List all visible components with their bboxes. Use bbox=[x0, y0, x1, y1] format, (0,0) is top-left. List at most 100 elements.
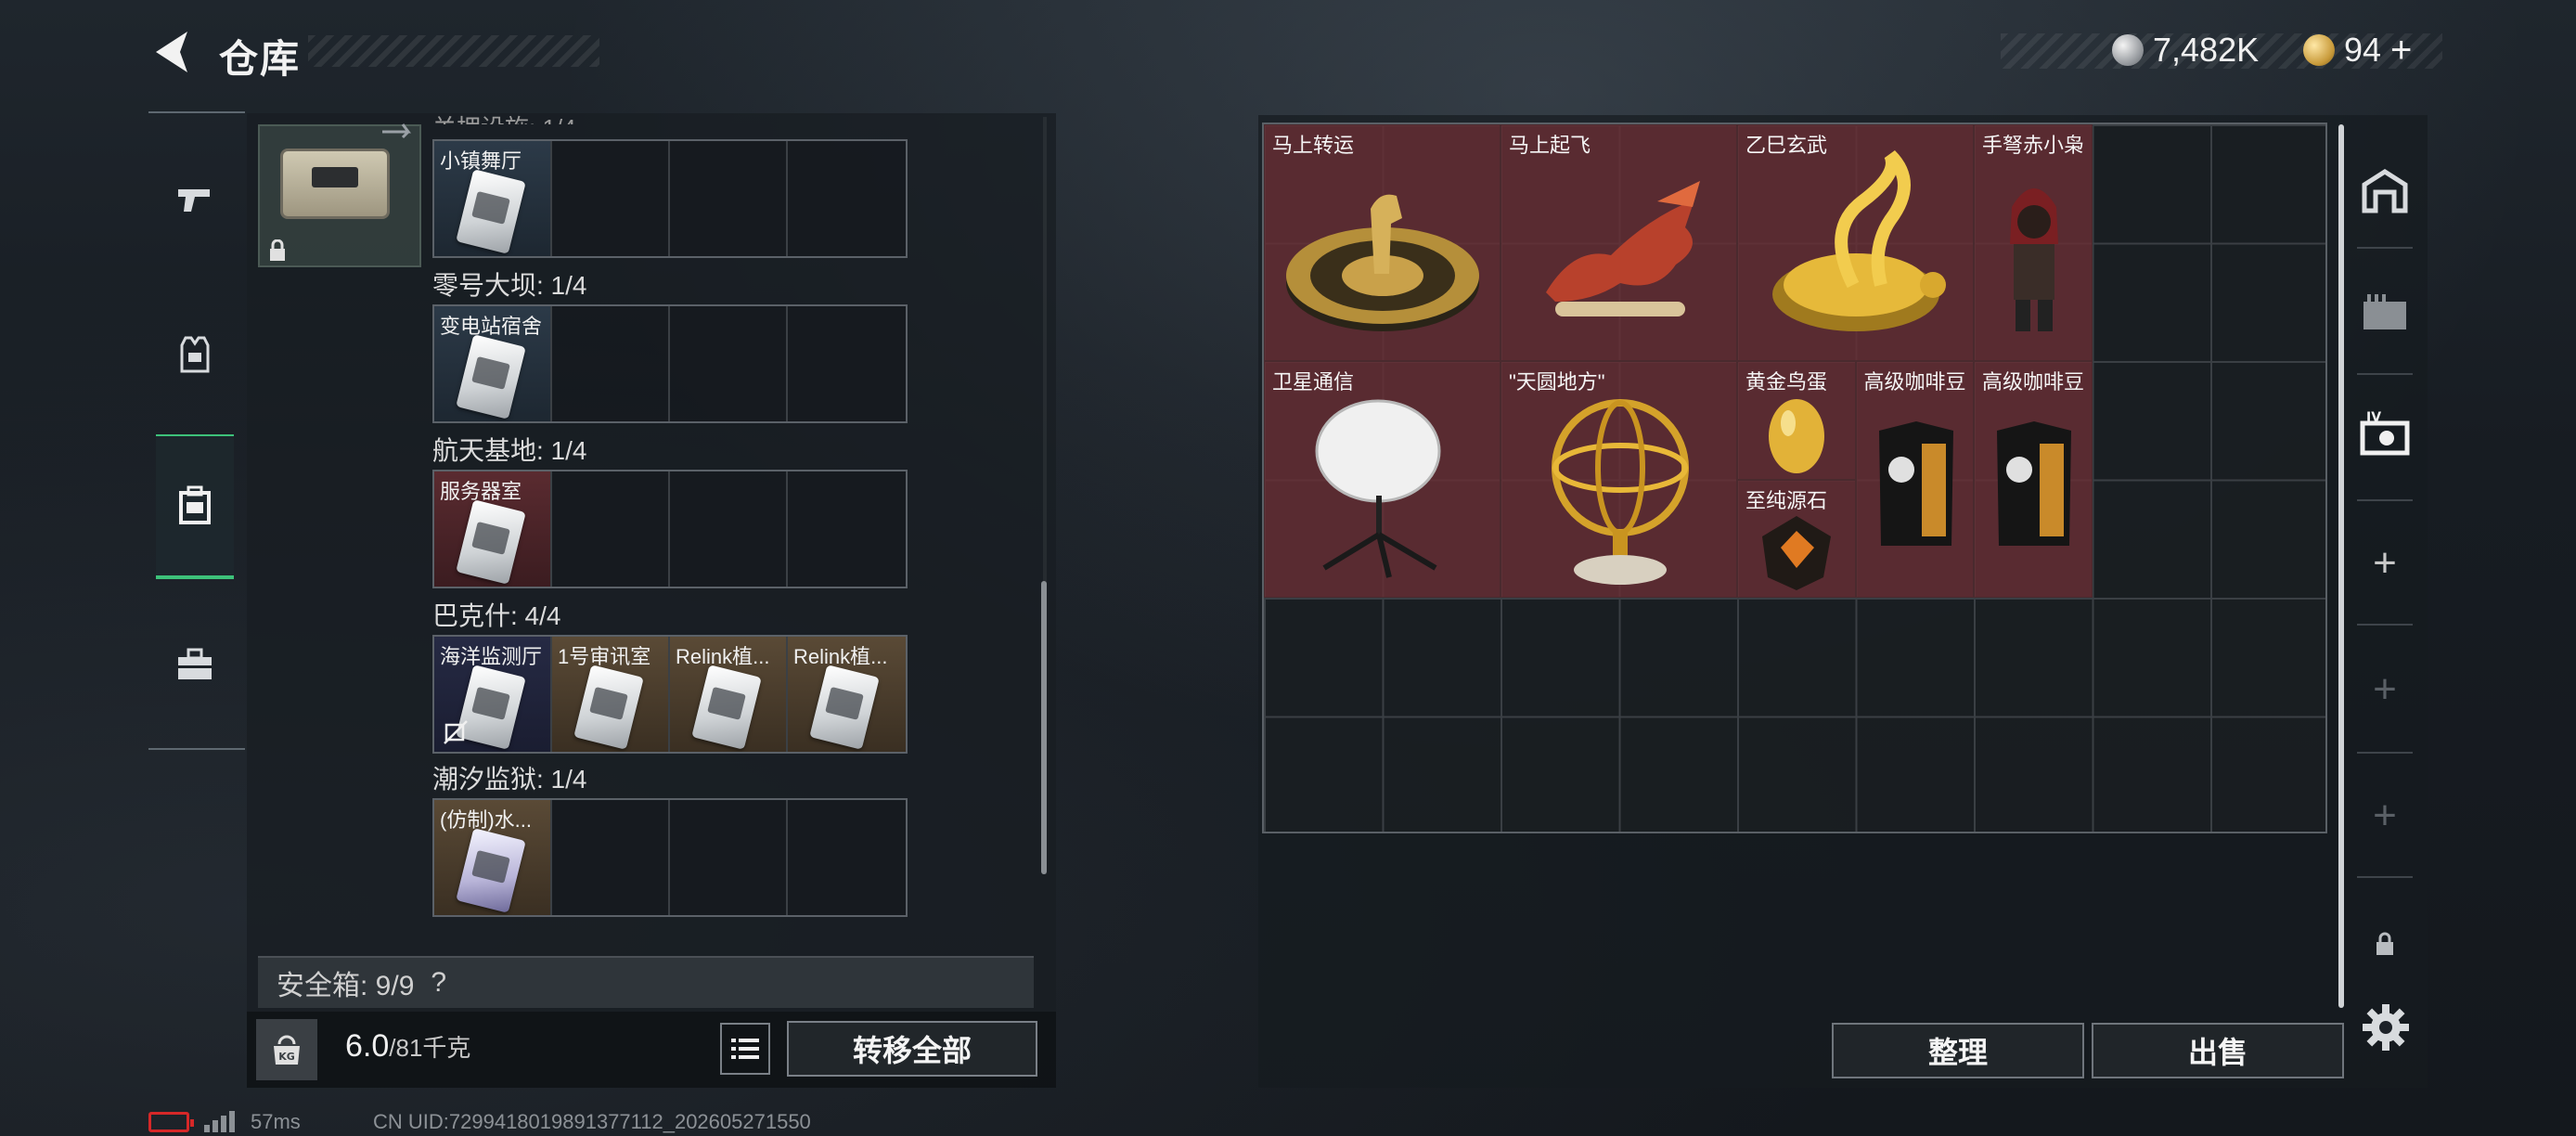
golden-tortoise-image bbox=[1772, 150, 1946, 331]
warehouse-page-3-tab[interactable]: IV bbox=[2357, 384, 2413, 486]
empty-slot[interactable] bbox=[552, 800, 670, 915]
armor-vest-icon bbox=[180, 336, 210, 373]
item-name: 高级咖啡豆 bbox=[1863, 370, 1966, 394]
keycard-row: 小镇舞厅 bbox=[432, 139, 908, 258]
container-case-icon bbox=[179, 485, 211, 524]
lock-icon bbox=[2376, 932, 2393, 955]
tab-weapons[interactable] bbox=[156, 150, 234, 251]
add-page-button-disabled: + bbox=[2357, 765, 2413, 867]
item-cell[interactable]: 乙巳玄武 bbox=[1737, 124, 1974, 361]
item-name: 马上起飞 bbox=[1509, 134, 1591, 157]
sidebar-divider bbox=[2357, 373, 2413, 375]
flying-horse-image bbox=[1546, 181, 1700, 316]
keycard-slot[interactable]: Relink植... bbox=[670, 637, 788, 752]
tab-toolbox[interactable] bbox=[156, 614, 234, 715]
item-cell[interactable]: "天圆地方" bbox=[1501, 361, 1737, 598]
map-label: 航天基地: 1/4 bbox=[432, 436, 587, 465]
silver-currency-amount: 7,482K bbox=[2153, 31, 2260, 69]
keycard-image bbox=[456, 334, 526, 420]
lock-icon bbox=[270, 239, 285, 261]
keycard-slot[interactable]: 小镇舞厅 bbox=[434, 141, 552, 256]
map-label: 零号大坝: 1/4 bbox=[432, 271, 587, 300]
add-page-button-disabled: + bbox=[2357, 639, 2413, 741]
tab-containers[interactable] bbox=[156, 434, 234, 579]
sidebar-divider bbox=[2357, 499, 2413, 501]
sort-button[interactable]: 整理 bbox=[1832, 1023, 2084, 1078]
armillary-sphere-image bbox=[1552, 399, 1689, 585]
item-name: 高级咖啡豆 bbox=[1982, 370, 2085, 394]
source-stone-image bbox=[1762, 515, 1831, 590]
weight-readout: 6.0/81千克 bbox=[345, 1028, 470, 1065]
keycard-slot[interactable]: 1号审讯室 bbox=[552, 637, 670, 752]
keycard-row: (仿制)水... bbox=[432, 798, 908, 917]
empty-slot[interactable] bbox=[788, 800, 906, 915]
keycard-slot[interactable]: Relink植... bbox=[788, 637, 906, 752]
item-cell[interactable]: 黄金鸟蛋 bbox=[1737, 361, 1856, 480]
expand-arrow-icon[interactable] bbox=[380, 119, 416, 139]
item-cell[interactable]: 马上转运 bbox=[1264, 124, 1501, 361]
item-name: 手弩赤小枭 bbox=[1982, 134, 2085, 157]
keycard-slot[interactable]: 服务器室 bbox=[434, 471, 552, 587]
item-cell[interactable]: 卫星通信 bbox=[1264, 361, 1501, 598]
empty-slot[interactable] bbox=[552, 141, 670, 256]
pistol-icon bbox=[178, 189, 210, 212]
item-cell[interactable]: 手弩赤小枭 bbox=[1974, 124, 2093, 361]
empty-slot[interactable] bbox=[788, 306, 906, 421]
armory-icon bbox=[2363, 294, 2406, 329]
title-decoration bbox=[308, 35, 599, 67]
item-cell[interactable]: 至纯源石 bbox=[1737, 479, 1856, 598]
empty-slot[interactable] bbox=[552, 306, 670, 421]
tab-equipment[interactable] bbox=[156, 304, 234, 405]
keycard-slot[interactable]: 变电站宿舍 bbox=[434, 306, 552, 421]
toolbox-icon bbox=[178, 648, 212, 679]
transfer-all-button[interactable]: 转移全部 bbox=[787, 1021, 1037, 1077]
list-view-button[interactable] bbox=[720, 1023, 770, 1075]
add-currency-icon[interactable]: + bbox=[2390, 30, 2412, 71]
item-cell[interactable]: 马上起飞 bbox=[1501, 124, 1737, 361]
keycard-image bbox=[456, 169, 526, 254]
keycard-slot[interactable]: (仿制)水... bbox=[434, 800, 552, 915]
help-icon[interactable]: ? bbox=[431, 967, 446, 999]
back-arrow-icon[interactable] bbox=[147, 26, 195, 78]
empty-slot[interactable] bbox=[670, 800, 788, 915]
gold-currency-amount: 94 bbox=[2344, 31, 2382, 69]
empty-slot[interactable] bbox=[670, 306, 788, 421]
item-cell[interactable]: 高级咖啡豆 bbox=[1855, 361, 1974, 598]
container-page-icon: IV bbox=[2360, 410, 2410, 456]
signal-icon bbox=[204, 1110, 236, 1132]
keycard-name: 小镇舞厅 bbox=[440, 149, 522, 173]
ping-readout: 57ms bbox=[251, 1110, 301, 1133]
safe-box-header[interactable]: 安全箱: 9/9 ? bbox=[258, 956, 1034, 1008]
silver-currency: 7,482K bbox=[2112, 28, 2259, 72]
warehouse-page-1-tab[interactable] bbox=[2357, 139, 2413, 241]
item-cell[interactable]: 高级咖啡豆 bbox=[1974, 361, 2093, 598]
warehouse-scrollbar[interactable] bbox=[2338, 124, 2344, 1008]
empty-slot[interactable] bbox=[788, 141, 906, 256]
unlinked-icon bbox=[444, 720, 468, 744]
gold-currency[interactable]: 94 + bbox=[2303, 28, 2412, 72]
keycard-image bbox=[809, 665, 880, 750]
warehouse-page-2-tab[interactable] bbox=[2357, 264, 2413, 366]
battery-low-icon bbox=[148, 1112, 194, 1132]
empty-slot[interactable] bbox=[788, 471, 906, 587]
weight-icon: KG bbox=[256, 1019, 317, 1080]
keycard-row: 海洋监测厅 1号审讯室 Relink植... Relink植... bbox=[432, 635, 908, 754]
scrollbar-thumb[interactable] bbox=[1041, 581, 1047, 874]
warehouse-grid[interactable]: 马上转运 马上起飞 乙巳玄武 手弩赤小枭 卫星通信 "天圆地方" 黄金鸟蛋 至纯… bbox=[1262, 123, 2327, 833]
keycard-image bbox=[456, 828, 526, 913]
kettlebell-icon: KG bbox=[274, 1035, 300, 1065]
empty-slot[interactable] bbox=[552, 471, 670, 587]
keycard-slot[interactable]: 海洋监测厅 bbox=[434, 637, 552, 752]
sidebar-divider bbox=[2357, 624, 2413, 626]
list-icon bbox=[731, 1039, 759, 1059]
add-page-button[interactable]: + bbox=[2357, 512, 2413, 614]
sidebar-divider bbox=[2357, 247, 2413, 249]
plus-icon: + bbox=[2373, 540, 2397, 586]
empty-slot[interactable] bbox=[670, 471, 788, 587]
keycard-name: 1号审讯室 bbox=[558, 645, 651, 668]
gear-icon[interactable] bbox=[2361, 1002, 2411, 1052]
page-title: 仓库 bbox=[219, 37, 302, 81]
empty-slot[interactable] bbox=[670, 141, 788, 256]
sell-button[interactable]: 出售 bbox=[2092, 1023, 2344, 1078]
item-name: 马上转运 bbox=[1272, 134, 1355, 157]
